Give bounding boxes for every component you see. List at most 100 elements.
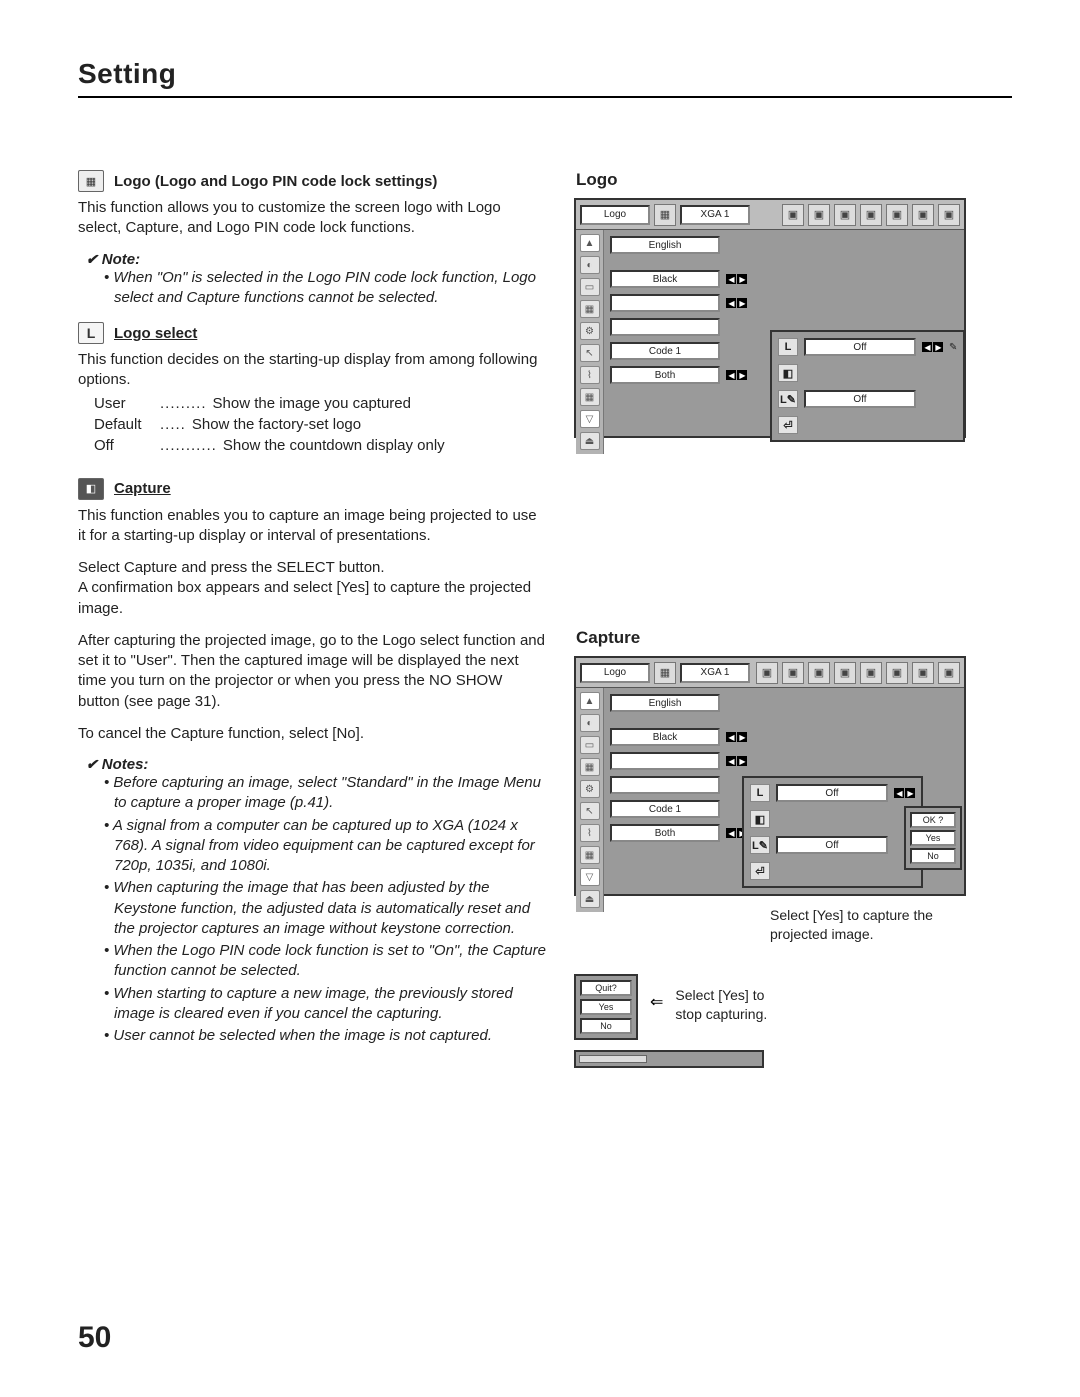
note-item: • User cannot be selected when the image…	[86, 1026, 546, 1046]
yes-button[interactable]: Yes	[910, 830, 956, 846]
note-item: • A signal from a computer can be captur…	[86, 816, 546, 877]
return-icon[interactable]: ⏎	[750, 862, 770, 880]
row-code1[interactable]: Code 1	[610, 800, 720, 818]
subpanel-cam-icon: ◧	[778, 364, 798, 382]
no-button[interactable]: No	[910, 848, 956, 864]
logo-settings-title: Logo (Logo and Logo PIN code lock settin…	[114, 173, 437, 190]
scroll-up-icon[interactable]: ▲	[580, 234, 600, 252]
row-blank[interactable]	[610, 318, 720, 336]
logo-select-defs: User.........Show the image you captured…	[94, 393, 546, 456]
left-right-arrows-icon[interactable]: ◀▶	[922, 342, 943, 352]
notes-label: ✔Notes:	[86, 756, 546, 773]
pointer-arrow-icon: ⇐	[650, 974, 663, 1012]
logo-subpanel: LOff◀▶✎ ◧ L✎Off ⏎	[770, 330, 965, 442]
quit-caption: Select [Yes] to	[675, 987, 764, 1003]
toolbar-icon: ▣	[782, 204, 804, 226]
toolbar-icon: ▣	[808, 204, 830, 226]
subpanel-off[interactable]: Off	[804, 390, 916, 408]
side-icon[interactable]: ▦	[580, 758, 600, 776]
osd-mode: XGA 1	[680, 205, 750, 225]
subpanel-off[interactable]: Off	[776, 784, 888, 802]
left-right-arrows-icon[interactable]: ◀▶	[894, 788, 915, 798]
row-black[interactable]: Black	[610, 728, 720, 746]
row-english[interactable]: English	[610, 236, 720, 254]
osd-title: Logo	[580, 663, 650, 683]
subpanel-L-icon: L	[750, 784, 770, 802]
side-icon[interactable]: ↖	[580, 344, 600, 362]
row-english[interactable]: English	[610, 694, 720, 712]
capture-body4: To cancel the Capture function, select […	[78, 724, 546, 744]
progress-bar	[574, 1050, 764, 1068]
quit-dialog: Quit? Yes No	[574, 974, 638, 1040]
left-right-arrows-icon[interactable]: ◀▶	[726, 298, 747, 308]
row-blank[interactable]	[610, 776, 720, 794]
side-icon[interactable]: ⌇	[580, 824, 600, 842]
toolbar-icon: ▣	[834, 662, 856, 684]
row-both[interactable]: Both	[610, 366, 720, 384]
toolbar-icon: ▣	[886, 662, 908, 684]
left-right-arrows-icon[interactable]: ◀▶	[726, 370, 747, 380]
side-icon[interactable]: ⚙	[580, 322, 600, 340]
mode-icon: ▦	[654, 662, 676, 684]
toolbar-icon: ▣	[782, 662, 804, 684]
subpanel-off[interactable]: Off	[804, 338, 916, 356]
quit-label: Quit?	[580, 980, 632, 996]
exit-icon[interactable]: ⏏	[580, 890, 600, 908]
logo-osd-panel: Logo ▦ XGA 1 ▣ ▣ ▣ ▣ ▣ ▣ ▣ ▲ ◐ ▭	[574, 198, 966, 438]
row-black[interactable]: Black	[610, 270, 720, 288]
ok-label: OK ?	[910, 812, 956, 828]
left-right-arrows-icon[interactable]: ◀▶	[726, 756, 747, 766]
toolbar-icon: ▣	[912, 204, 934, 226]
side-icon[interactable]: ⚙	[580, 780, 600, 798]
toolbar-icon: ▣	[834, 204, 856, 226]
osd-title: Logo	[580, 205, 650, 225]
return-icon[interactable]: ⏎	[778, 416, 798, 434]
logo-settings-icon: ▦	[78, 170, 104, 192]
left-right-arrows-icon[interactable]: ◀▶	[726, 274, 747, 284]
edit-icon[interactable]: ✎	[949, 342, 957, 353]
exit-icon[interactable]: ⏏	[580, 432, 600, 450]
side-icon[interactable]: ↖	[580, 802, 600, 820]
side-icon[interactable]: ◐	[580, 714, 600, 732]
quit-no-button[interactable]: No	[580, 1018, 632, 1034]
logo-settings-body: This function allows you to customize th…	[78, 198, 546, 239]
scroll-up-icon[interactable]: ▲	[580, 692, 600, 710]
osd-mode: XGA 1	[680, 663, 750, 683]
row-both[interactable]: Both	[610, 824, 720, 842]
note-label: ✔Note:	[86, 251, 546, 268]
side-icon[interactable]: ▦	[580, 388, 600, 406]
note-item: • When capturing the image that has been…	[86, 878, 546, 939]
note-item: • Before capturing an image, select "Sta…	[86, 773, 546, 814]
toolbar-icon: ▣	[938, 662, 960, 684]
note-item: • When "On" is selected in the Logo PIN …	[86, 268, 546, 309]
mode-icon: ▦	[654, 204, 676, 226]
side-icon[interactable]: ▦	[580, 846, 600, 864]
capture-body: This function enables you to capture an …	[78, 506, 546, 547]
subpanel-lock-icon: L✎	[778, 390, 798, 408]
capture-title: Capture	[114, 480, 171, 497]
toolbar-icon: ▣	[938, 204, 960, 226]
toolbar-icon: ▣	[860, 204, 882, 226]
side-icon[interactable]: ▭	[580, 278, 600, 296]
left-right-arrows-icon[interactable]: ◀▶	[726, 732, 747, 742]
capture-subpanel: LOff◀▶ ◧ L✎Off ⏎	[742, 776, 923, 888]
side-icon[interactable]: ▭	[580, 736, 600, 754]
logo-select-title: Logo select	[114, 325, 197, 342]
note-item: • When starting to capture a new image, …	[86, 984, 546, 1025]
logo-select-icon: L	[78, 322, 104, 344]
toolbar-icon: ▣	[886, 204, 908, 226]
quit-yes-button[interactable]: Yes	[580, 999, 632, 1015]
toolbar-icon: ▣	[912, 662, 934, 684]
subpanel-cam-icon: ◧	[750, 810, 770, 828]
scroll-down-icon[interactable]: ▽	[580, 410, 600, 428]
capture-body2: Select Capture and press the SELECT butt…	[78, 558, 546, 619]
page-title: Setting	[78, 58, 1012, 98]
side-icon[interactable]: ▦	[580, 300, 600, 318]
scroll-down-icon[interactable]: ▽	[580, 868, 600, 886]
row-blank[interactable]	[610, 752, 720, 770]
row-blank[interactable]	[610, 294, 720, 312]
side-icon[interactable]: ⌇	[580, 366, 600, 384]
side-icon[interactable]: ◐	[580, 256, 600, 274]
subpanel-off[interactable]: Off	[776, 836, 888, 854]
row-code1[interactable]: Code 1	[610, 342, 720, 360]
